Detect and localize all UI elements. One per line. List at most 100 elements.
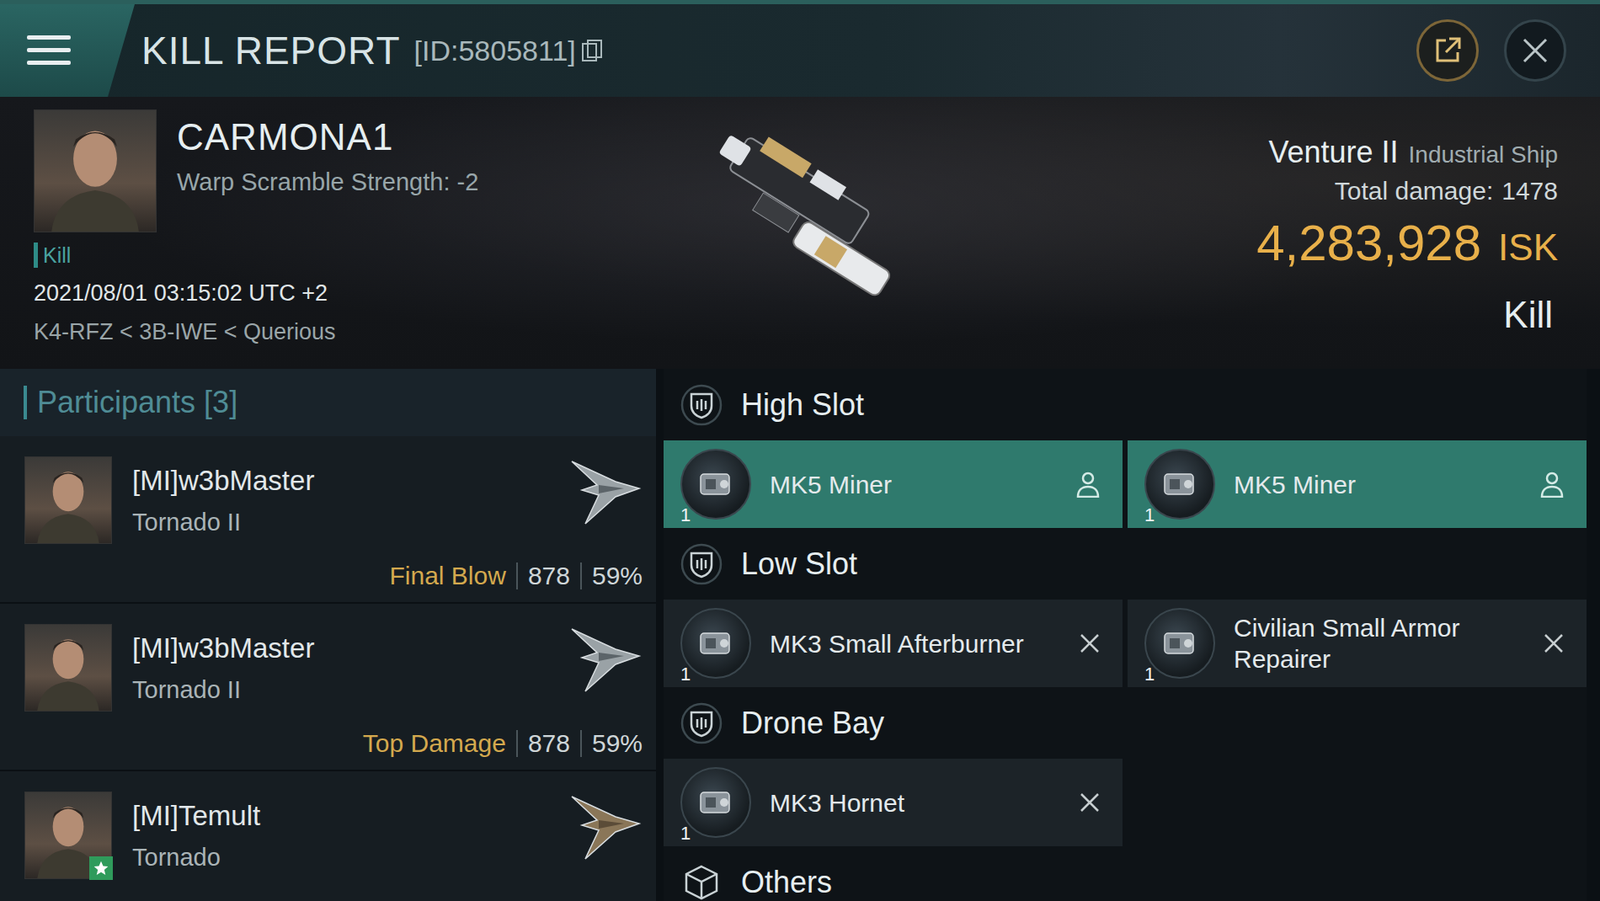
- item-quantity: 1: [1144, 663, 1155, 686]
- fitting-item[interactable]: 1 Civilian Small Armor Repairer: [1127, 599, 1587, 688]
- participants-header: Participants [3]: [0, 368, 656, 437]
- item-name: MK5 Miner: [769, 469, 1076, 501]
- fitting-item[interactable]: 1MK3 Hornet: [663, 758, 1123, 847]
- pilot-portrait-icon: [25, 457, 112, 544]
- tornado-ship-icon: [565, 456, 643, 528]
- export-button[interactable]: [1416, 19, 1479, 82]
- isk-value: 4,283,928ISK: [1256, 213, 1558, 272]
- victim-name: CARMONA1: [176, 116, 479, 159]
- divider: [516, 730, 518, 758]
- fitting-item[interactable]: 1 MK3 Small Afterburner: [663, 599, 1123, 688]
- star-icon: [92, 859, 110, 877]
- section-title: Drone Bay: [741, 705, 885, 742]
- participant-ship: Tornado: [132, 843, 545, 872]
- result-label: Kill: [1503, 293, 1558, 336]
- report-id: [ID:5805811]: [414, 34, 603, 68]
- item-quantity: 1: [680, 504, 691, 527]
- item-quantity: 1: [680, 822, 691, 845]
- close-button[interactable]: [1504, 19, 1567, 82]
- section-title: Low Slot: [741, 546, 858, 582]
- participant-info: [MI]w3bMaster Tornado II: [132, 456, 545, 544]
- module-icon: [1156, 460, 1204, 508]
- tornado-ship-icon: [565, 791, 643, 863]
- section-header: Drone Bay: [663, 687, 1587, 759]
- item-image: 1: [680, 448, 752, 520]
- page-title: KILL REPORT: [141, 27, 401, 74]
- ship-info: Venture IIIndustrial ShipTotal damage:14…: [944, 109, 1558, 369]
- section-header: Low Slot: [663, 528, 1587, 600]
- damage-value: 878: [528, 729, 571, 758]
- person-icon: [1075, 470, 1101, 498]
- item-quantity: 1: [680, 663, 691, 686]
- participant-row[interactable]: [MI]w3bMaster Tornado II Final Blow 878 59%: [0, 436, 656, 604]
- module-icon: [692, 619, 740, 667]
- module-icon: [692, 460, 740, 508]
- tornado-ship-icon: [565, 624, 643, 695]
- ship-render-box: [658, 109, 945, 369]
- slot-shield-icon: [680, 702, 723, 745]
- fitting-section: Drone Bay 1MK3 Hornet: [663, 687, 1587, 847]
- fitting-section: Low Slot 1 MK3 Small Afterburner 1 Civilian …: [663, 528, 1587, 688]
- participant-info: [MI]w3bMasterTornado II: [132, 624, 545, 712]
- person-icon: [1539, 470, 1565, 498]
- participant-name: [MI]w3bMaster: [132, 464, 545, 497]
- participant-ship: Tornado II: [132, 508, 545, 537]
- module-icon: [1156, 619, 1204, 667]
- ship-class: Industrial Ship: [1408, 141, 1558, 169]
- ship-name: Venture II: [1268, 134, 1398, 171]
- pilot-portrait-icon: [25, 624, 112, 711]
- menu-icon[interactable]: [26, 35, 71, 66]
- header-bar: KILL REPORT [ID:5805811]: [0, 0, 1600, 97]
- participant-row[interactable]: [MI]Temult Tornado: [0, 771, 656, 901]
- participant-name: [MI]Temult: [132, 800, 545, 832]
- item-image: 1: [680, 767, 752, 838]
- menu-button[interactable]: [0, 4, 135, 97]
- destroyed-x-icon: [1078, 632, 1101, 655]
- export-icon: [1432, 35, 1463, 66]
- copy-icon[interactable]: [581, 38, 603, 63]
- divider: [580, 730, 582, 758]
- item-grid: 1 MK5 Miner 1 MK5 Miner: [663, 440, 1587, 528]
- kill-datetime: 2021/08/01 03:15:02 UTC +2: [33, 277, 659, 309]
- section-title: Others: [741, 864, 832, 901]
- divider: [580, 562, 582, 590]
- blow-badge: Final Blow: [389, 561, 507, 591]
- participant-portrait: [24, 791, 112, 880]
- item-name: Civilian Small Armor Repairer: [1233, 612, 1543, 675]
- participant-info: [MI]Temult Tornado: [132, 791, 545, 880]
- destroyed-x-icon: [1542, 632, 1565, 655]
- participant-stats: Top Damage 878 59%: [24, 729, 643, 758]
- module-icon: [692, 778, 740, 827]
- item-image: 1: [1144, 608, 1216, 679]
- fitting-section: Others: [663, 846, 1587, 901]
- header-buttons: [1416, 19, 1600, 82]
- item-name: MK3 Small Afterburner: [769, 628, 1079, 660]
- fitting-panel: High Slot1MK5 Miner1MK5 MinerLow Slot1MK…: [663, 368, 1587, 901]
- damage-share: 59%: [592, 729, 643, 758]
- victim-summary: CARMONA1Warp Scramble Strength: -2Kill20…: [0, 96, 1600, 369]
- item-image: 1: [1144, 448, 1216, 520]
- slot-shield-icon: [680, 543, 723, 586]
- participant-row[interactable]: [MI]w3bMasterTornado II Top Damage 878 59%: [0, 603, 656, 772]
- victim-info: CARMONA1Warp Scramble Strength: -2Kill20…: [33, 109, 659, 369]
- item-grid: 1MK3 Hornet: [663, 758, 1587, 847]
- blow-badge: Top Damage: [362, 729, 507, 758]
- participant-portrait: [24, 624, 112, 712]
- item-name: MK5 Miner: [1233, 469, 1540, 501]
- item-image: 1: [680, 608, 752, 679]
- fitting-section: High Slot 1 MK5 Miner 1 MK5 Miner: [663, 368, 1587, 528]
- participant-ship-image: [565, 624, 643, 712]
- participants-panel: Participants [3][MI]w3bMasterTornado IIF…: [0, 368, 656, 901]
- section-header: Others: [663, 846, 1587, 901]
- divider: [516, 562, 518, 590]
- section-title: High Slot: [741, 387, 864, 423]
- fitting-item[interactable]: 1 MK5 Miner: [1127, 440, 1587, 528]
- fitting-item[interactable]: 1 MK5 Miner: [663, 440, 1123, 528]
- damage-value: 878: [528, 561, 571, 591]
- participant-ship-image: [565, 456, 643, 544]
- damage-share: 59%: [592, 561, 643, 591]
- kill-report: KILL REPORT [ID:5805811] CARMONA1Warp Scra…: [0, 0, 1600, 901]
- ship-render: [679, 117, 924, 320]
- participant-ship-image: [565, 791, 643, 880]
- pilot-portrait-icon: [34, 110, 156, 232]
